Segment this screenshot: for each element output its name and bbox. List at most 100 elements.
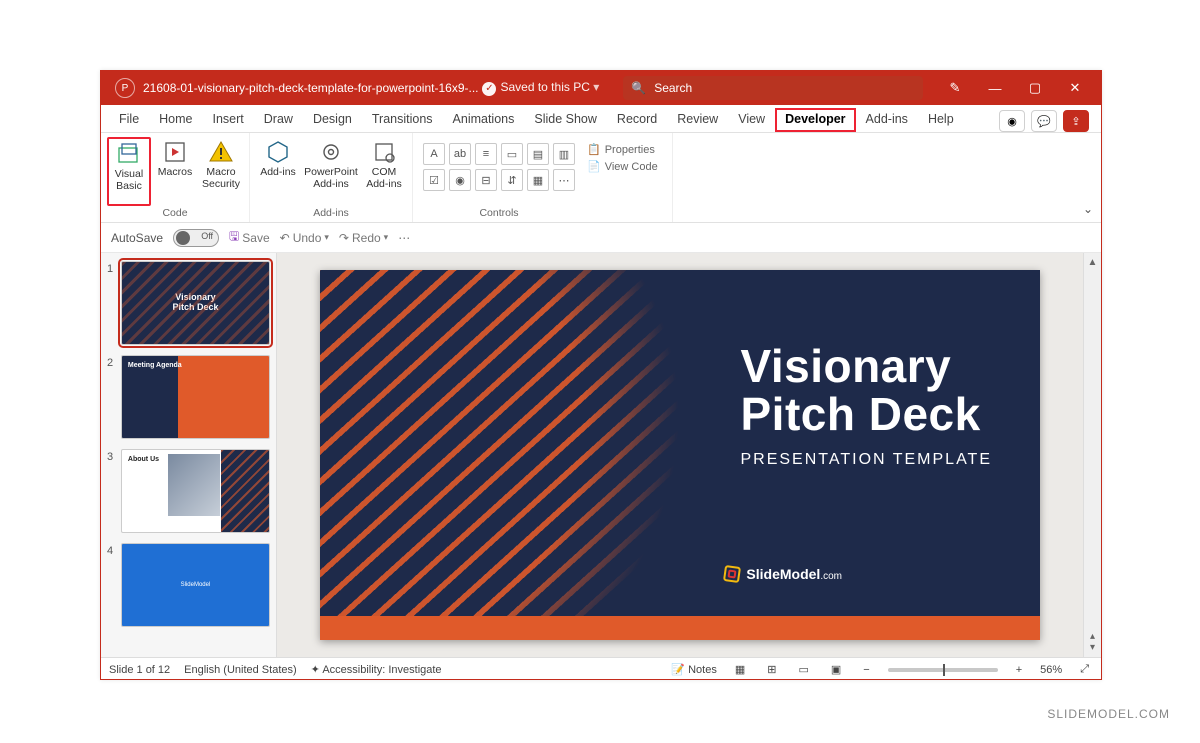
- tab-view[interactable]: View: [728, 108, 775, 132]
- addins-label: Add-ins: [260, 167, 296, 179]
- autosave-label: AutoSave: [111, 231, 163, 245]
- autosave-toggle[interactable]: Off: [173, 229, 219, 247]
- zoom-slider[interactable]: [888, 668, 998, 672]
- control-spin[interactable]: ⇵: [501, 169, 523, 191]
- thumbnail-1[interactable]: VisionaryPitch Deck: [121, 261, 270, 345]
- next-slide-icon[interactable]: ▾: [1090, 642, 1095, 653]
- ribbon-group-code-label: Code: [107, 206, 243, 220]
- view-reading-button[interactable]: ▭: [794, 663, 812, 676]
- tab-home[interactable]: Home: [149, 108, 202, 132]
- slide-heading: VisionaryPitch Deck PRESENTATION TEMPLAT…: [740, 342, 992, 469]
- thumbnail-4[interactable]: SlideModel: [121, 543, 270, 627]
- vertical-scrollbar[interactable]: ▲ ▴ ▾: [1083, 253, 1101, 657]
- macros-label: Macros: [158, 167, 192, 179]
- control-frame[interactable]: ▦: [527, 169, 549, 191]
- thumbnail-row[interactable]: 4 SlideModel: [107, 543, 270, 627]
- thumbnail-2[interactable]: Meeting Agenda: [121, 355, 270, 439]
- tab-file[interactable]: File: [109, 108, 149, 132]
- powerpoint-addins-button[interactable]: PowerPoint Add-ins: [302, 137, 360, 206]
- qat-overflow[interactable]: ⋯: [398, 231, 410, 245]
- document-title: 21608-01-visionary-pitch-deck-template-f…: [143, 81, 478, 95]
- thumbnail-3[interactable]: About Us: [121, 449, 270, 533]
- tab-addins[interactable]: Add-ins: [856, 108, 918, 132]
- thumb-number: 2: [107, 355, 121, 439]
- maximize-button[interactable]: ▢: [1015, 71, 1055, 105]
- slide-pattern: [320, 270, 760, 640]
- control-option[interactable]: ◉: [449, 169, 471, 191]
- save-button[interactable]: 🖫Save: [229, 227, 270, 248]
- view-code-label: View Code: [605, 161, 658, 173]
- control-label[interactable]: ab: [449, 143, 471, 165]
- notes-button[interactable]: 📝 Notes: [671, 663, 717, 676]
- view-code-button[interactable]: 📄 View Code: [587, 160, 658, 173]
- tab-help[interactable]: Help: [918, 108, 964, 132]
- visual-basic-icon: [116, 141, 142, 167]
- comments-button[interactable]: 💬: [1031, 110, 1057, 132]
- save-label: Save: [242, 231, 269, 245]
- tab-slideshow[interactable]: Slide Show: [524, 108, 607, 132]
- language-status[interactable]: English (United States): [184, 664, 297, 676]
- thumbnail-row[interactable]: 1 VisionaryPitch Deck: [107, 261, 270, 345]
- redo-button[interactable]: ↷Redo ▾: [339, 231, 388, 245]
- fit-to-window-button[interactable]: ⤢: [1076, 663, 1093, 676]
- thumbnail-row[interactable]: 3 About Us: [107, 449, 270, 533]
- ribbon-group-controls: A ab ≡ ▭ ▤ ▥ ☑ ◉ ⊟ ⇵ ▦ ⋯ Controls 📋Prope…: [413, 133, 673, 222]
- slide-brand: SlideModel.com: [724, 566, 842, 582]
- share-button[interactable]: ⇪: [1063, 110, 1089, 132]
- control-listbox[interactable]: ≡: [475, 143, 497, 165]
- control-combobox[interactable]: ▭: [501, 143, 523, 165]
- titlebar: P 21608-01-visionary-pitch-deck-template…: [101, 71, 1101, 105]
- tab-design[interactable]: Design: [303, 108, 362, 132]
- slide-canvas[interactable]: VisionaryPitch Deck PRESENTATION TEMPLAT…: [320, 270, 1040, 640]
- close-button[interactable]: ✕: [1055, 71, 1095, 105]
- undo-button[interactable]: ↶Undo ▾: [280, 231, 329, 245]
- addins-button[interactable]: Add-ins: [256, 137, 300, 206]
- zoom-level[interactable]: 56%: [1040, 664, 1062, 676]
- saved-check-icon: ✓: [482, 82, 496, 96]
- macros-button[interactable]: Macros: [153, 137, 197, 206]
- ribbon-group-controls-label: Controls: [419, 206, 579, 220]
- macro-security-button[interactable]: Macro Security: [199, 137, 243, 206]
- tab-animations[interactable]: Animations: [443, 108, 525, 132]
- search-icon: 🔍: [631, 81, 646, 95]
- view-code-icon: 📄: [587, 160, 601, 173]
- view-sorter-button[interactable]: ⊞: [763, 663, 780, 676]
- zoom-in-button[interactable]: +: [1012, 664, 1026, 676]
- controls-grid: A ab ≡ ▭ ▤ ▥ ☑ ◉ ⊟ ⇵ ▦ ⋯: [419, 137, 579, 197]
- prev-slide-icon[interactable]: ▴: [1090, 631, 1095, 642]
- control-image[interactable]: ▤: [527, 143, 549, 165]
- control-scrollbar[interactable]: ▥: [553, 143, 575, 165]
- tab-review[interactable]: Review: [667, 108, 728, 132]
- ribbon-collapse-button[interactable]: ⌄: [1083, 202, 1093, 216]
- camera-button[interactable]: ◉: [999, 110, 1025, 132]
- control-textbox[interactable]: A: [423, 143, 445, 165]
- pen-icon[interactable]: ✎: [935, 71, 975, 105]
- save-status-text: Saved to this PC: [500, 80, 589, 94]
- view-slideshow-button[interactable]: ▣: [827, 663, 845, 676]
- control-toggle[interactable]: ⊟: [475, 169, 497, 191]
- control-more[interactable]: ⋯: [553, 169, 575, 191]
- search-box[interactable]: 🔍 Search: [623, 76, 923, 100]
- slide-thumbnail-panel: 1 VisionaryPitch Deck 2 Meeting Agenda 3…: [101, 253, 277, 657]
- scroll-up-icon[interactable]: ▲: [1088, 257, 1098, 268]
- tab-insert[interactable]: Insert: [203, 108, 254, 132]
- view-normal-button[interactable]: ▦: [731, 663, 749, 676]
- tab-developer[interactable]: Developer: [775, 108, 855, 132]
- com-addins-button[interactable]: COM Add-ins: [362, 137, 406, 206]
- minimize-button[interactable]: —: [975, 71, 1015, 105]
- tab-record[interactable]: Record: [607, 108, 667, 132]
- thumb2-title: Meeting Agenda: [128, 362, 182, 369]
- accessibility-label: Accessibility: Investigate: [322, 664, 441, 676]
- properties-button[interactable]: 📋Properties: [587, 143, 658, 156]
- control-checkbox[interactable]: ☑: [423, 169, 445, 191]
- thumbnail-row[interactable]: 2 Meeting Agenda: [107, 355, 270, 439]
- powerpoint-window: P 21608-01-visionary-pitch-deck-template…: [100, 70, 1102, 680]
- zoom-out-button[interactable]: −: [859, 664, 873, 676]
- visual-basic-button[interactable]: Visual Basic: [107, 137, 151, 206]
- tab-draw[interactable]: Draw: [254, 108, 303, 132]
- slide-position: Slide 1 of 12: [109, 664, 170, 676]
- save-icon: 🖫: [229, 227, 239, 248]
- slide-footer-strip: [320, 616, 1040, 640]
- accessibility-status[interactable]: ✦ Accessibility: Investigate: [311, 663, 442, 676]
- tab-transitions[interactable]: Transitions: [362, 108, 443, 132]
